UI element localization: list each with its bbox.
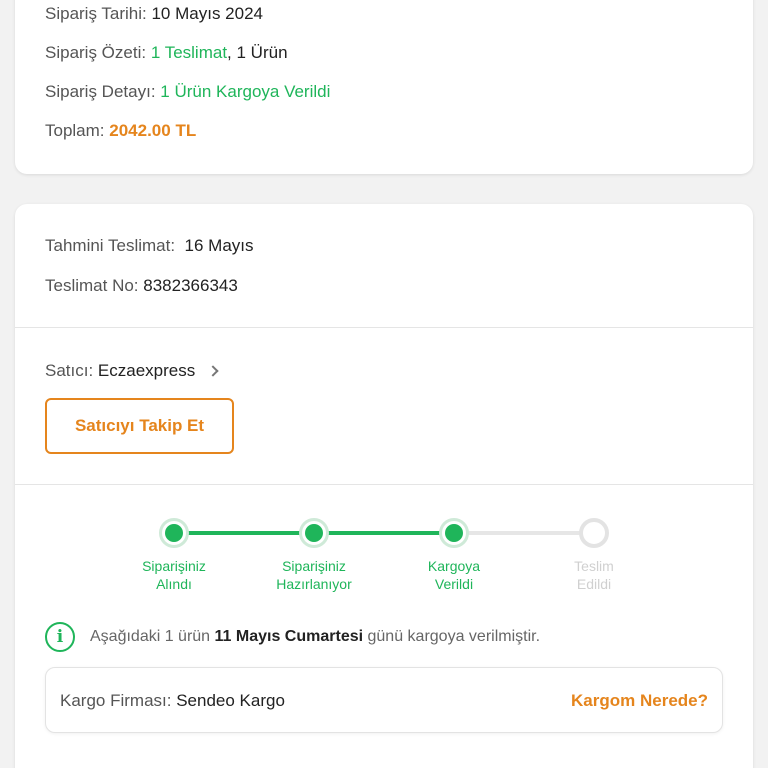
delivery-number-row: Teslimat No: 8382366343 — [45, 276, 238, 296]
step-shipped-label: Kargoya Verildi — [427, 558, 481, 592]
seller-name: Eczaexpress — [97, 361, 196, 380]
order-summary-delivery: 1 Teslimat — [150, 43, 228, 62]
shipping-info-post: günü kargoya verilmiştir. — [363, 628, 541, 645]
order-date-row: Sipariş Tarihi: 10 Mayıs 2024 — [45, 4, 263, 24]
divider — [15, 327, 753, 328]
cargo-company-value: Sendeo Kargo — [176, 691, 285, 710]
where-is-my-cargo-link[interactable]: Kargom Nerede? — [571, 691, 708, 711]
order-detail-label: Sipariş Detayı: — [45, 82, 156, 101]
order-detail-value: 1 Ürün Kargoya Verildi — [160, 82, 331, 101]
seller-label: Satıcı: — [45, 361, 94, 380]
delivery-number-label: Teslimat No: — [45, 276, 139, 295]
estimated-delivery-row: Tahmini Teslimat: 16 Mayıs — [45, 236, 254, 256]
order-summary-items: , 1 Ürün — [227, 43, 288, 62]
shipping-info-date: 11 Mayıs Cumartesi — [214, 628, 364, 645]
step-preparing-label: Siparişiniz Hazırlanıyor — [276, 558, 352, 592]
step-shipped-dot — [439, 518, 469, 548]
order-summary-row: Sipariş Özeti: 1 Teslimat, 1 Ürün — [45, 43, 288, 63]
order-total-label: Toplam: — [45, 121, 105, 140]
order-date-label: Sipariş Tarihi: — [45, 4, 147, 23]
order-total-value: 2042.00 TL — [109, 121, 197, 140]
shipping-info-text: Aşağıdaki 1 ürün 11 Mayıs Cumartesi günü… — [90, 628, 540, 646]
estimated-delivery-label: Tahmini Teslimat: — [45, 236, 176, 255]
cargo-company-box: Kargo Firması: Sendeo Kargo Kargom Nered… — [45, 667, 723, 733]
order-summary-label: Sipariş Özeti: — [45, 43, 147, 62]
seller-link[interactable]: Satıcı: Eczaexpress — [45, 361, 219, 381]
cargo-company-row: Kargo Firması: Sendeo Kargo — [60, 691, 285, 711]
order-total-row: Toplam: 2042.00 TL — [45, 121, 196, 141]
step-delivered-dot — [579, 518, 609, 548]
chevron-right-icon — [207, 365, 219, 377]
order-date-value: 10 Mayıs 2024 — [151, 4, 263, 23]
step-preparing-dot — [299, 518, 329, 548]
step-delivered-label: Teslim Edildi — [574, 558, 614, 592]
info-icon: i — [45, 622, 75, 652]
cargo-company-label: Kargo Firması: — [60, 691, 172, 710]
progress-line-pending — [454, 531, 594, 535]
step-ordered-dot — [159, 518, 189, 548]
step-ordered-label: Siparişiniz Alındı — [142, 558, 206, 592]
follow-seller-button[interactable]: Satıcıyı Takip Et — [45, 398, 234, 454]
estimated-delivery-value: 16 Mayıs — [184, 236, 254, 255]
delivery-number-value: 8382366343 — [143, 276, 238, 295]
delivery-card: Tahmini Teslimat: 16 Mayıs Teslimat No: … — [15, 204, 753, 768]
order-summary-card: Sipariş Tarihi: 10 Mayıs 2024 Sipariş Öz… — [15, 0, 753, 174]
order-detail-row: Sipariş Detayı: 1 Ürün Kargoya Verildi — [45, 82, 330, 102]
shipping-info-pre: Aşağıdaki 1 ürün — [90, 628, 215, 645]
divider — [15, 484, 753, 485]
